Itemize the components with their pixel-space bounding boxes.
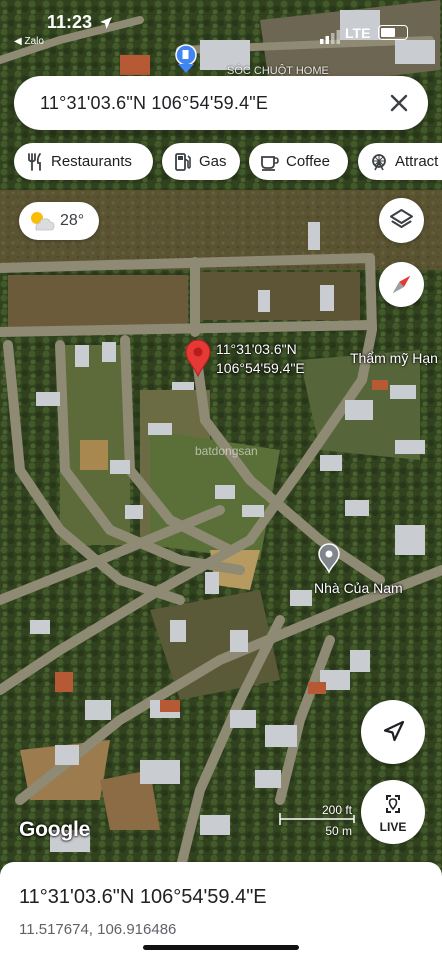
chip-coffee[interactable]: Coffee [249,143,348,180]
category-chips: Restaurants Gas Coffee Attract [14,143,442,181]
chip-label: Gas [199,153,227,170]
location-arrow-icon [100,17,112,29]
live-view-button[interactable]: LIVE [361,780,425,844]
sheet-title: 11°31'03.6"N 106°54'59.4"E [19,886,267,908]
gas-pump-icon [175,153,191,171]
compass-button[interactable] [379,262,424,307]
fork-knife-icon [28,153,41,171]
home-indicator[interactable] [143,945,299,950]
google-logo: Google [19,818,91,841]
coffee-cup-icon [261,156,279,171]
place-label-nha-cua-nam[interactable]: Nhà Của Nam [314,580,403,596]
scale-meters: 50 m [325,824,352,838]
locate-button[interactable] [361,700,425,764]
search-input[interactable]: 11°31'03.6"N 106°54'59.4"E [40,93,268,114]
pin-latitude: 11°31'03.6"N [216,341,297,357]
chip-restaurants[interactable]: Restaurants [14,143,153,180]
navigation-arrow-icon [383,720,405,742]
partly-cloudy-icon [31,212,55,231]
layers-icon [390,209,413,228]
battery-icon [378,25,408,40]
pin-longitude: 106°54'59.4"E [216,360,305,376]
dropped-pin-label: 11°31'03.6"N 106°54'59.4"E [216,340,305,378]
network-type: LTE [345,25,371,41]
chip-gas[interactable]: Gas [162,143,240,180]
live-label: LIVE [379,820,407,834]
chip-attractions[interactable]: Attract [358,143,442,180]
chip-label: Restaurants [51,153,132,170]
scale-bar: 200 ft 50 m [278,800,358,840]
chip-label: Coffee [286,153,330,170]
decimal-coordinates: 11.517674, 106.916486 [19,921,177,938]
watermark: batdongsan [195,444,258,458]
search-bar[interactable]: 11°31'03.6"N 106°54'59.4"E [14,76,428,130]
status-time: 11:23 [47,12,93,32]
status-bar: 11:23 ◀ Zalo LTE [0,0,442,48]
compass-icon [392,275,411,294]
signal-icon [320,30,340,44]
layers-button[interactable] [379,198,424,243]
bottom-sheet[interactable]: 11°31'03.6"N 106°54'59.4"E 11.517674, 10… [0,862,442,960]
battery-level [381,28,395,37]
temperature: 28° [60,212,85,229]
close-icon[interactable] [384,88,414,118]
weather-badge[interactable]: 28° [19,202,99,240]
back-to-app-link[interactable]: ◀ Zalo [14,36,44,47]
ferris-wheel-icon [372,154,386,171]
chip-label: Attract [395,153,439,170]
place-label-tham-my[interactable]: Thẩm mỹ Hạn [350,350,438,366]
